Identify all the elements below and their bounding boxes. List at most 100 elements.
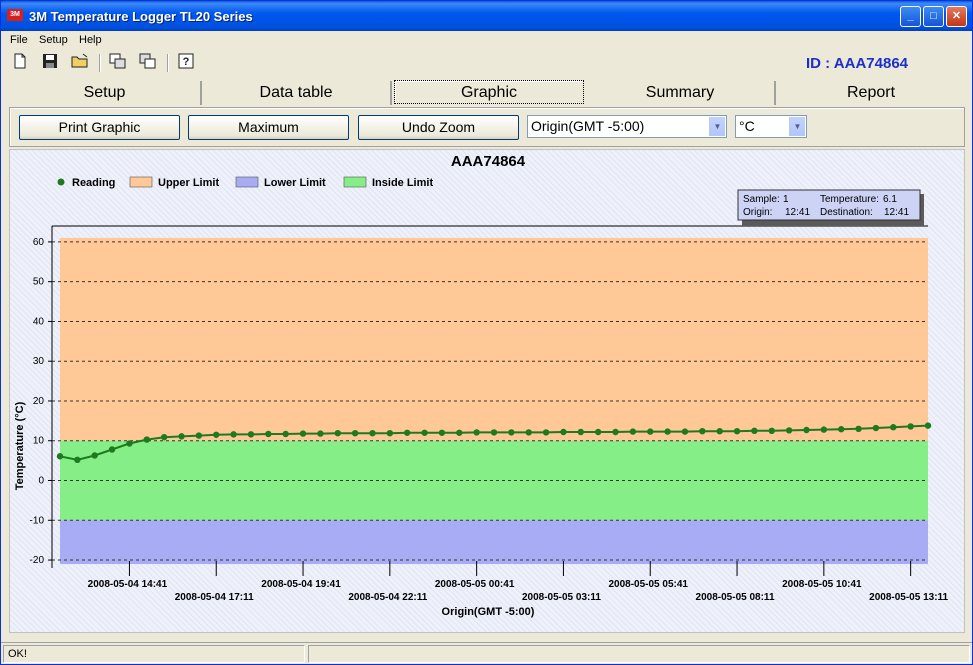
data-point[interactable] [629, 428, 637, 435]
data-point[interactable] [647, 428, 654, 435]
data-point[interactable] [716, 428, 723, 435]
data-point[interactable] [230, 431, 237, 438]
data-point[interactable] [785, 427, 793, 434]
data-point[interactable] [838, 426, 845, 433]
data-point[interactable] [351, 429, 359, 437]
data-point[interactable] [733, 428, 741, 435]
data-point[interactable] [594, 428, 602, 436]
data-point[interactable] [820, 426, 828, 433]
data-point[interactable] [803, 426, 810, 434]
chart-panel: 60 50 40 30 20 10 0 -10 -20 2008-05-04 14:41 2008… [9, 149, 965, 633]
tooltip-sample-label: Sample: [743, 194, 780, 205]
data-point[interactable] [421, 429, 428, 436]
close-button[interactable]: ✕ [946, 6, 967, 27]
data-point[interactable] [681, 428, 689, 435]
data-point[interactable] [907, 423, 914, 430]
data-point[interactable] [195, 432, 203, 439]
data-point[interactable] [751, 427, 758, 435]
tab-graphic[interactable]: Graphic [394, 80, 584, 104]
data-point[interactable] [525, 429, 532, 436]
data-point[interactable] [386, 429, 394, 437]
menu-setup[interactable]: Setup [39, 34, 68, 46]
data-point[interactable] [265, 430, 272, 438]
y-axis-label: Temperature (°C) [14, 401, 26, 490]
data-point[interactable] [213, 431, 220, 438]
tooltip-destination-label: Destination: [820, 207, 873, 218]
data-point[interactable] [664, 428, 671, 435]
x-tick-label: 2008-05-05 08:11 [696, 592, 775, 603]
data-point[interactable] [178, 433, 185, 440]
upper-limit-band [60, 237, 928, 441]
undo-zoom-button[interactable]: Undo Zoom [358, 115, 519, 140]
legend-label: Upper Limit [158, 177, 219, 189]
unit-value: °C [739, 118, 755, 134]
data-point[interactable] [317, 430, 324, 437]
timezone-select[interactable]: Origin(GMT -5:00) ▼ [527, 115, 727, 138]
legend-swatch [235, 176, 259, 188]
data-point[interactable] [438, 429, 446, 436]
x-tick-label: 2008-05-04 19:41 [261, 579, 341, 590]
x-tick-label: 2008-05-05 05:41 [608, 579, 688, 590]
data-point[interactable] [924, 422, 932, 429]
tooltip-origin-value: 12:41 [785, 207, 810, 218]
new-file-icon[interactable] [10, 53, 30, 73]
data-point[interactable] [855, 425, 862, 433]
title-bar[interactable]: 3M 3M Temperature Logger TL20 Series _ □… [1, 1, 972, 31]
toolbar-divider [167, 54, 169, 72]
save-icon[interactable] [40, 53, 60, 73]
data-point[interactable] [577, 428, 584, 436]
maximize-button[interactable]: □ [923, 6, 944, 27]
data-point[interactable] [74, 456, 81, 464]
help-icon[interactable]: ? [176, 53, 196, 73]
data-point[interactable] [404, 429, 411, 436]
data-point[interactable] [473, 429, 480, 436]
tab-data-table[interactable]: Data table [202, 81, 392, 105]
data-point[interactable] [768, 427, 775, 435]
minimize-button[interactable]: _ [900, 6, 921, 27]
copy-window-icon[interactable] [108, 53, 128, 73]
data-point[interactable] [160, 433, 168, 441]
data-point[interactable] [108, 446, 116, 453]
data-point[interactable] [890, 424, 897, 431]
legend-label: Reading [72, 177, 115, 189]
data-point[interactable] [334, 429, 341, 437]
data-point[interactable] [56, 453, 64, 460]
maximize-icon: □ [930, 10, 937, 22]
data-point[interactable] [143, 436, 150, 443]
data-point[interactable] [612, 428, 619, 436]
tooltip-sample-value: 1 [783, 194, 789, 205]
data-point[interactable] [699, 428, 706, 435]
data-point[interactable] [282, 430, 289, 438]
open-folder-icon[interactable] [70, 53, 90, 73]
x-tick-label: 2008-05-04 17:11 [175, 592, 254, 603]
chevron-down-icon[interactable]: ▼ [709, 117, 725, 136]
data-point[interactable] [872, 424, 880, 432]
minimize-icon: _ [907, 10, 914, 22]
menu-help[interactable]: Help [79, 34, 102, 46]
tab-summary[interactable]: Summary [586, 81, 776, 105]
paste-window-icon[interactable] [138, 53, 158, 73]
chevron-down-icon[interactable]: ▼ [789, 117, 805, 136]
maximum-button[interactable]: Maximum [188, 115, 349, 140]
tab-setup[interactable]: Setup [9, 81, 202, 105]
data-point[interactable] [560, 428, 567, 436]
x-tick-label: 2008-05-04 14:41 [88, 579, 168, 590]
data-point[interactable] [91, 452, 98, 459]
svg-text:?: ? [183, 56, 190, 68]
data-point[interactable] [456, 429, 463, 436]
tab-report[interactable]: Report [776, 81, 966, 105]
data-point[interactable] [247, 431, 255, 438]
temperature-chart[interactable]: 60 50 40 30 20 10 0 -10 -20 2008-05-04 14:41 2008… [10, 150, 964, 632]
y-tick-label: -20 [30, 555, 45, 566]
menu-file[interactable]: File [10, 34, 28, 46]
data-point[interactable] [369, 429, 376, 437]
data-point[interactable] [490, 429, 498, 436]
unit-select[interactable]: °C ▼ [735, 115, 807, 138]
legend-swatch [343, 176, 367, 188]
print-graphic-button[interactable]: Print Graphic [19, 115, 180, 140]
lower-limit-band [60, 520, 928, 565]
data-point[interactable] [299, 430, 307, 437]
data-point[interactable] [126, 440, 133, 447]
data-point[interactable] [542, 429, 550, 436]
data-point[interactable] [508, 429, 515, 436]
